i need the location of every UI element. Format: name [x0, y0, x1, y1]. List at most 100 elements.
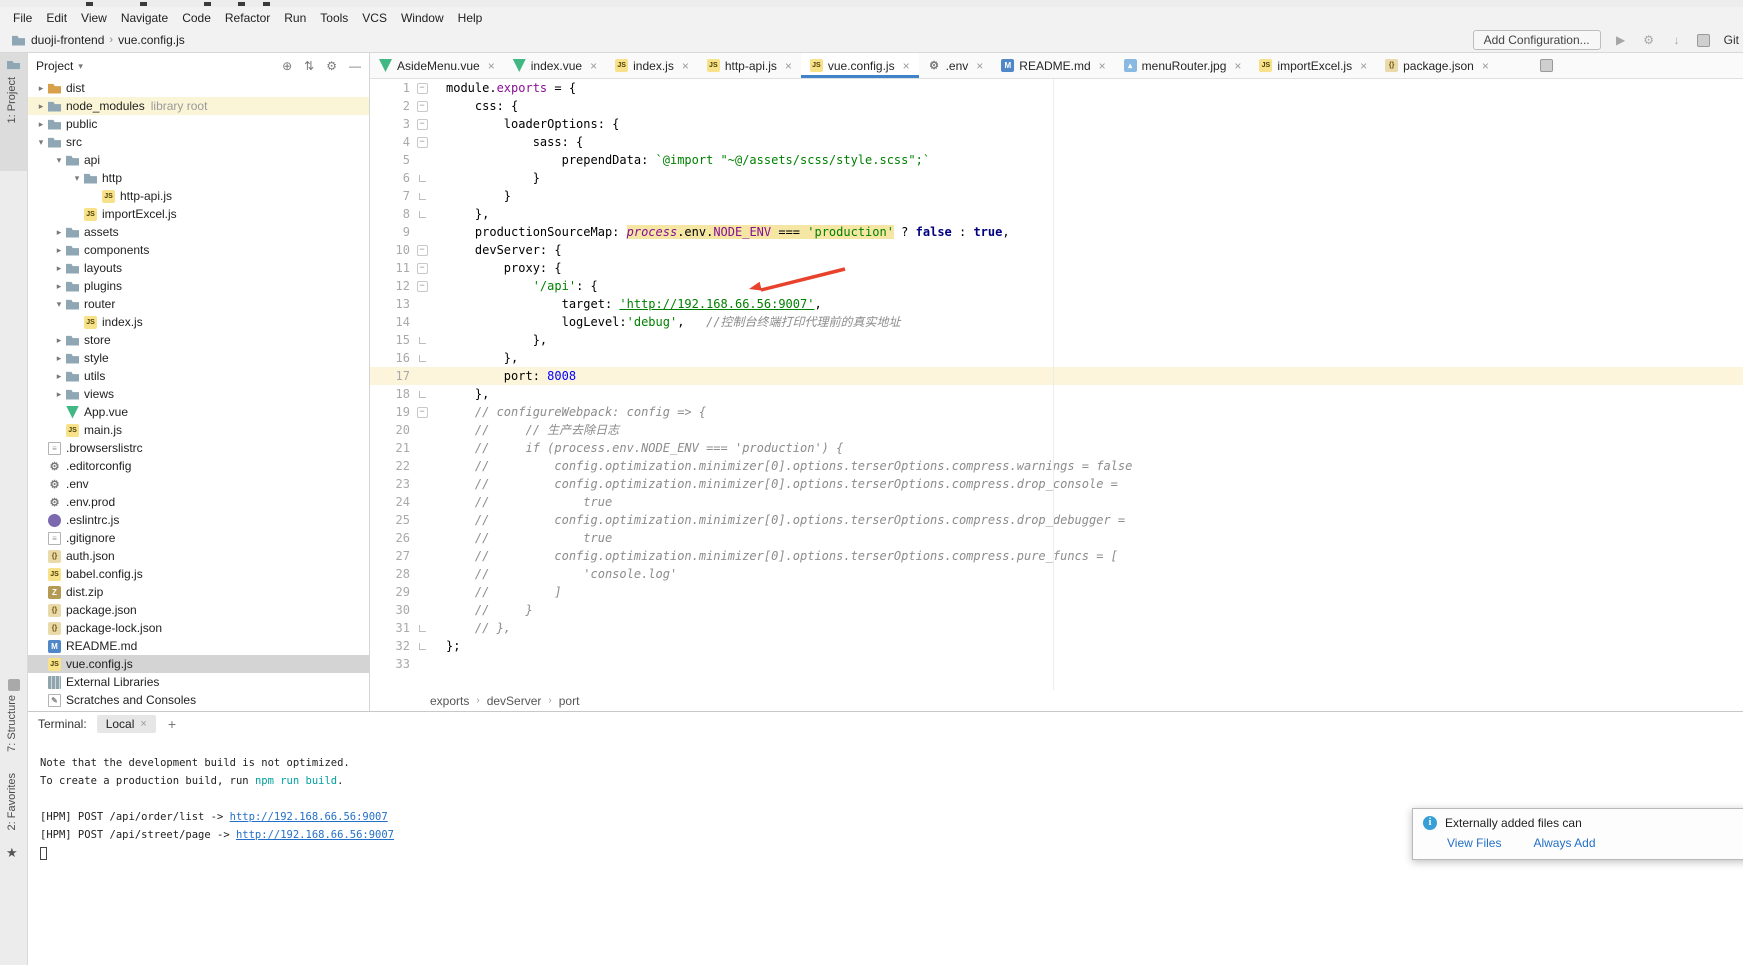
fold-marker-icon[interactable]: [410, 119, 434, 130]
code-line-29[interactable]: 29 // ]: [370, 583, 1743, 601]
code-line-17[interactable]: 17 port: 8008: [370, 367, 1743, 385]
project-panel-title[interactable]: Project: [36, 59, 73, 73]
chevron-right-icon[interactable]: ▸: [52, 389, 66, 400]
close-icon[interactable]: ×: [140, 718, 146, 730]
terminal-tab-local[interactable]: Local ×: [97, 715, 156, 733]
code-line-19[interactable]: 19 // configureWebpack: config => {: [370, 403, 1743, 421]
code-line-27[interactable]: 27 // config.optimization.minimizer[0].o…: [370, 547, 1743, 565]
tree-item-public[interactable]: ▸public: [28, 115, 369, 133]
close-tab-icon[interactable]: ×: [1099, 59, 1106, 73]
code-line-1[interactable]: 1module.exports = {: [370, 79, 1743, 97]
close-tab-icon[interactable]: ×: [590, 59, 597, 73]
chevron-right-icon[interactable]: ▸: [34, 101, 48, 112]
chevron-down-icon[interactable]: ▾: [78, 61, 83, 72]
code-line-13[interactable]: 13 target: 'http://192.168.66.56:9007',: [370, 295, 1743, 313]
git-label[interactable]: Git: [1724, 33, 1739, 47]
tool-window-favorites[interactable]: 2: Favorites: [6, 773, 18, 830]
tree-item-index-js[interactable]: index.js: [28, 313, 369, 331]
close-tab-icon[interactable]: ×: [1360, 59, 1367, 73]
fold-marker-icon[interactable]: [410, 245, 434, 256]
tree-item-dist[interactable]: ▸dist: [28, 79, 369, 97]
tree-item-views[interactable]: ▸views: [28, 385, 369, 403]
menu-item-help[interactable]: Help: [451, 9, 490, 27]
chevron-right-icon[interactable]: ▸: [52, 263, 66, 274]
structure-icon[interactable]: [8, 679, 20, 691]
tree-item-plugins[interactable]: ▸plugins: [28, 277, 369, 295]
code-line-16[interactable]: 16 },: [370, 349, 1743, 367]
editor-tab-package-json[interactable]: package.json×: [1376, 53, 1498, 78]
tree-item-env-prod[interactable]: .env.prod: [28, 493, 369, 511]
code-line-26[interactable]: 26 // true: [370, 529, 1743, 547]
menu-item-run[interactable]: Run: [277, 9, 313, 27]
code-line-23[interactable]: 23 // config.optimization.minimizer[0].o…: [370, 475, 1743, 493]
tree-item-babel-config-js[interactable]: babel.config.js: [28, 565, 369, 583]
close-tab-icon[interactable]: ×: [682, 59, 689, 73]
chevron-right-icon[interactable]: ▸: [34, 119, 48, 130]
close-tab-icon[interactable]: ×: [488, 59, 495, 73]
run-icon[interactable]: ▶: [1613, 33, 1629, 47]
terminal-link[interactable]: http://192.168.66.56:9007: [230, 811, 388, 823]
fold-marker-icon[interactable]: [410, 281, 434, 292]
code-line-6[interactable]: 6 }: [370, 169, 1743, 187]
breadcrumb-port[interactable]: port: [559, 694, 580, 708]
tree-item-assets[interactable]: ▸assets: [28, 223, 369, 241]
close-tab-icon[interactable]: ×: [903, 59, 910, 73]
chevron-down-icon[interactable]: ▾: [52, 155, 66, 166]
editor-tab-index-vue[interactable]: index.vue×: [504, 53, 606, 78]
chevron-right-icon[interactable]: ▸: [52, 245, 66, 256]
code-line-12[interactable]: 12 '/api': {: [370, 277, 1743, 295]
chevron-right-icon[interactable]: ▸: [52, 227, 66, 238]
code-line-28[interactable]: 28 // 'console.log': [370, 565, 1743, 583]
chevron-right-icon[interactable]: ▸: [52, 353, 66, 364]
tree-item-node-modules[interactable]: ▸node_moduleslibrary root: [28, 97, 369, 115]
view-files-link[interactable]: View Files: [1447, 836, 1501, 850]
close-tab-icon[interactable]: ×: [1234, 59, 1241, 73]
tree-item-eslintrc-js[interactable]: .eslintrc.js: [28, 511, 369, 529]
stop-icon[interactable]: [1697, 34, 1710, 47]
code-line-20[interactable]: 20 // // 生产去除日志: [370, 421, 1743, 439]
tool-window-project[interactable]: 1: Project: [6, 77, 18, 123]
tree-item-scratches-and-consoles[interactable]: Scratches and Consoles: [28, 691, 369, 709]
tree-item-package-lock-json[interactable]: package-lock.json: [28, 619, 369, 637]
tree-item-components[interactable]: ▸components: [28, 241, 369, 259]
code-line-25[interactable]: 25 // config.optimization.minimizer[0].o…: [370, 511, 1743, 529]
tree-item-app-vue[interactable]: App.vue: [28, 403, 369, 421]
tree-item-gitignore[interactable]: .gitignore: [28, 529, 369, 547]
tree-item-importexcel-js[interactable]: importExcel.js: [28, 205, 369, 223]
fold-marker-icon[interactable]: [410, 337, 434, 344]
chevron-down-icon[interactable]: ▾: [34, 137, 48, 148]
add-configuration-button[interactable]: Add Configuration...: [1473, 30, 1601, 50]
terminal-link[interactable]: http://192.168.66.56:9007: [236, 829, 394, 841]
menu-item-navigate[interactable]: Navigate: [114, 9, 175, 27]
fold-marker-icon[interactable]: [410, 101, 434, 112]
tree-item-http[interactable]: ▾http: [28, 169, 369, 187]
tree-item-store[interactable]: ▸store: [28, 331, 369, 349]
menu-item-window[interactable]: Window: [394, 9, 451, 27]
editor-tab-importexcel-js[interactable]: importExcel.js×: [1250, 53, 1376, 78]
close-tab-icon[interactable]: ×: [785, 59, 792, 73]
tree-item-src[interactable]: ▾src: [28, 133, 369, 151]
code-line-18[interactable]: 18 },: [370, 385, 1743, 403]
chevron-right-icon[interactable]: ▸: [52, 281, 66, 292]
editor-tab-readme-md[interactable]: README.md×: [992, 53, 1114, 78]
tree-item-auth-json[interactable]: auth.json: [28, 547, 369, 565]
tree-item-utils[interactable]: ▸utils: [28, 367, 369, 385]
code-line-15[interactable]: 15 },: [370, 331, 1743, 349]
tree-item-external-libraries[interactable]: External Libraries: [28, 673, 369, 691]
close-tab-icon[interactable]: ×: [976, 59, 983, 73]
tree-item-editorconfig[interactable]: .editorconfig: [28, 457, 369, 475]
editor-tab-menurouter-jpg[interactable]: menuRouter.jpg×: [1115, 53, 1251, 78]
code-line-7[interactable]: 7 }: [370, 187, 1743, 205]
breadcrumb-devserver[interactable]: devServer: [487, 694, 542, 708]
chevron-right-icon[interactable]: ▸: [34, 83, 48, 94]
menu-item-code[interactable]: Code: [175, 9, 218, 27]
editor-tab-env[interactable]: .env×: [919, 53, 993, 78]
fold-marker-icon[interactable]: [410, 211, 434, 218]
close-tab-icon[interactable]: ×: [1482, 59, 1489, 73]
tree-item-http-api-js[interactable]: http-api.js: [28, 187, 369, 205]
breadcrumb-project[interactable]: duoji-frontend: [31, 33, 104, 47]
tree-item-layouts[interactable]: ▸layouts: [28, 259, 369, 277]
code-line-14[interactable]: 14 logLevel:'debug', //控制台终端打印代理前的真实地址: [370, 313, 1743, 331]
code-line-10[interactable]: 10 devServer: {: [370, 241, 1743, 259]
new-terminal-icon[interactable]: +: [168, 716, 176, 732]
